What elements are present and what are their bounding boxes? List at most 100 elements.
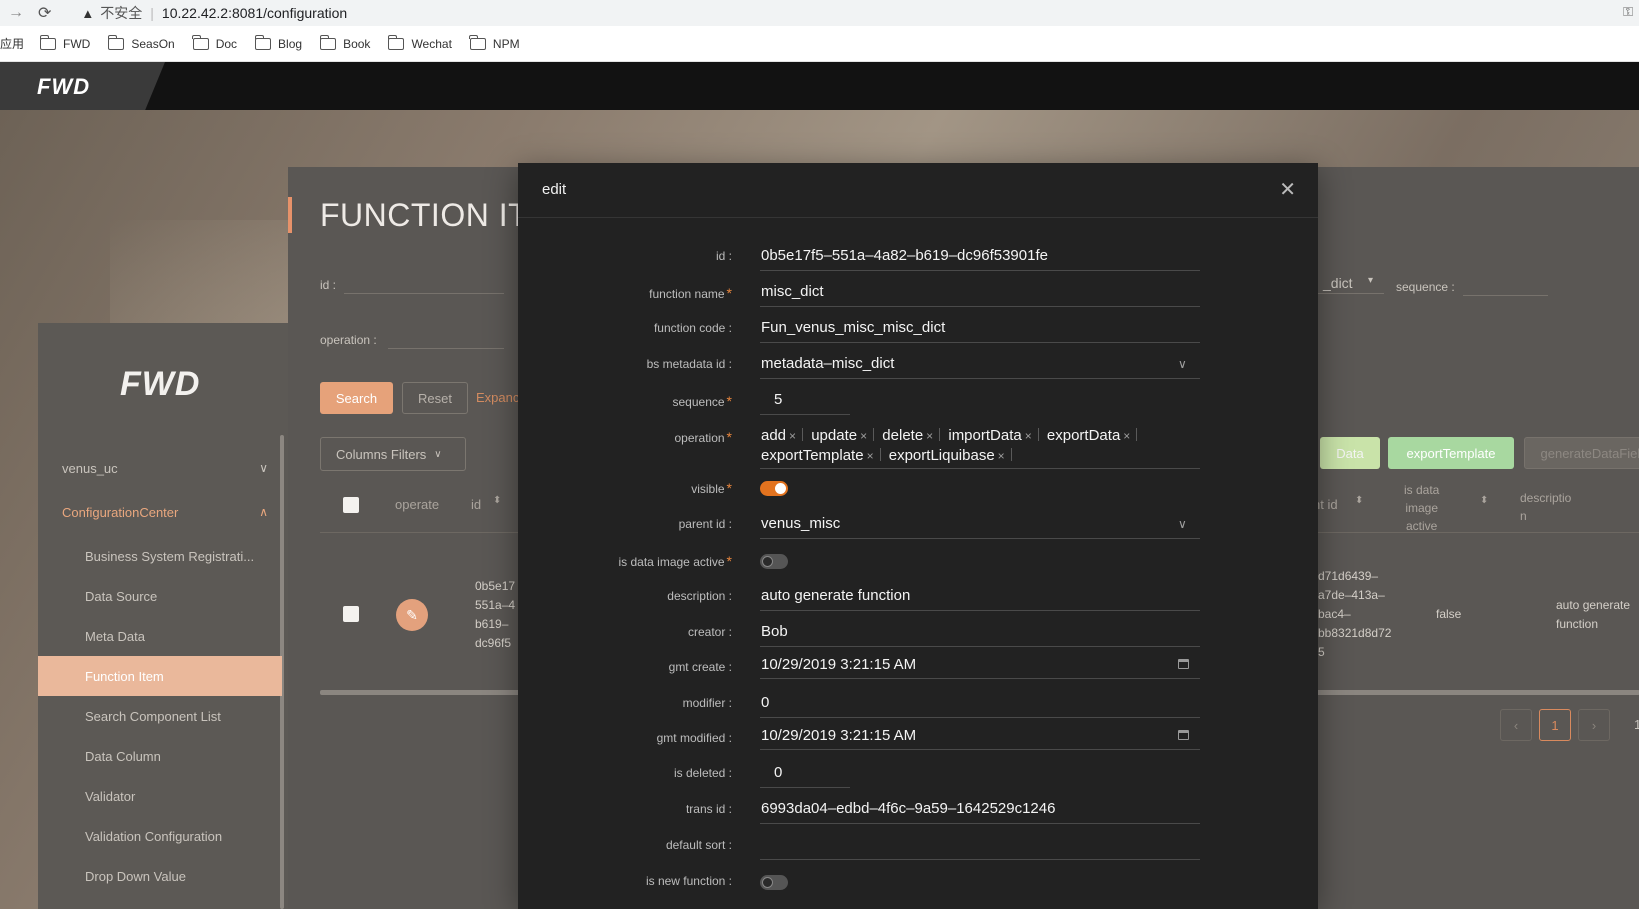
header-description[interactable]: descriptio n [1520, 489, 1571, 525]
bookmark-label: FWD [63, 36, 91, 51]
sidebar-item-label: Meta Data [85, 628, 145, 644]
parent-id-select[interactable]: venus_misc [761, 515, 840, 532]
function-name-input[interactable]: misc_dict [761, 283, 824, 300]
tag-separator [1136, 428, 1138, 441]
trans-id-input[interactable]: 6993da04–edbd–4f6c–9a59–1642529c1246 [761, 800, 1055, 817]
close-icon[interactable]: × [789, 429, 796, 443]
sidebar-item-validation-configuration[interactable]: Validation Configuration [38, 816, 282, 856]
input-underline [760, 414, 850, 415]
search-button[interactable]: Search [320, 382, 393, 414]
filter-operation-input[interactable] [388, 348, 504, 349]
filter-dict-value[interactable]: _dict [1323, 275, 1353, 291]
description-input[interactable]: auto generate function [761, 587, 910, 604]
is-new-function-toggle[interactable] [760, 875, 788, 890]
calendar-icon[interactable] [1178, 730, 1189, 740]
generate-data-field-button[interactable]: generateDataField [1524, 437, 1639, 469]
warning-icon: ▲ [81, 5, 95, 21]
cell-line: a7de–413a– [1318, 588, 1385, 602]
id-input[interactable]: 0b5e17f5–551a–4a82–b619–dc96f53901fe [761, 247, 1048, 264]
sidebar-item-data-source[interactable]: Data Source [38, 576, 282, 616]
modifier-input[interactable]: 0 [761, 694, 769, 711]
expand-link[interactable]: Expanc [476, 390, 519, 405]
bookmark-fwd[interactable]: FWD [39, 34, 91, 51]
bookmark-blog[interactable]: Blog [254, 34, 302, 51]
required-asterisk: * [726, 429, 732, 445]
bookmark-doc[interactable]: Doc [192, 34, 238, 51]
back-arrow-icon[interactable]: → [8, 4, 24, 22]
reset-button[interactable]: Reset [402, 382, 468, 414]
filter-sequence-input[interactable] [1463, 295, 1548, 296]
pagination-page-1[interactable]: 1 [1539, 709, 1571, 741]
sort-icon[interactable]: ⬍ [493, 495, 501, 506]
url-text[interactable]: 10.22.42.2:8081/configuration [162, 5, 347, 21]
is-data-image-active-toggle[interactable] [760, 554, 788, 569]
pagination-prev[interactable]: ‹ [1500, 709, 1532, 741]
sidebar-group-configuration-center[interactable]: ConfigurationCenter ∧ [38, 492, 282, 532]
sidebar-item-search-component-list[interactable]: Search Component List [38, 696, 282, 736]
pagination-extra[interactable]: 1 [1634, 717, 1639, 732]
field-label: is data image active * [618, 553, 732, 569]
close-icon[interactable]: × [860, 429, 867, 443]
cell-parent-id: d71d6439– a7de–413a– bac4– bb8321d8d72 5 [1318, 567, 1391, 662]
reload-icon[interactable]: ⟳ [38, 3, 51, 23]
input-underline [760, 342, 1200, 343]
bookmark-npm[interactable]: NPM [469, 34, 520, 51]
close-icon[interactable]: × [1025, 429, 1032, 443]
columns-filters-button[interactable]: Columns Filters ∨ [320, 437, 466, 471]
key-icon[interactable]: ⚿ [1623, 4, 1633, 20]
function-code-input[interactable]: Fun_venus_misc_misc_dict [761, 319, 945, 336]
edit-icon[interactable]: ✎ [396, 599, 428, 631]
sidebar-item-business-system-registration[interactable]: Business System Registrati... [38, 536, 282, 576]
tag-label: update [811, 427, 858, 444]
address-separator: | [150, 5, 154, 21]
sidebar-item-function-item[interactable]: Function Item [38, 656, 282, 696]
export-data-button[interactable]: Data [1320, 437, 1380, 469]
chevron-down-icon[interactable]: ∨ [1178, 517, 1187, 531]
creator-input[interactable]: Bob [761, 623, 788, 640]
export-template-button[interactable]: exportTemplate [1388, 437, 1514, 469]
select-all-checkbox[interactable] [343, 497, 359, 513]
row-checkbox[interactable] [343, 606, 359, 622]
bs-metadata-id-select[interactable]: metadata–misc_dict [761, 355, 894, 372]
close-icon[interactable]: × [998, 449, 1005, 463]
header-id[interactable]: id [471, 497, 481, 512]
sidebar-item-drop-down-value[interactable]: Drop Down Value [38, 856, 282, 896]
calendar-icon[interactable] [1178, 659, 1189, 669]
tag-separator [1010, 448, 1012, 461]
sort-icon[interactable]: ⬍ [1480, 495, 1488, 506]
modal-header: edit ✕ [518, 163, 1318, 218]
input-underline [760, 270, 1200, 271]
sidebar-item-data-column[interactable]: Data Column [38, 736, 282, 776]
is-deleted-input[interactable]: 0 [774, 764, 782, 781]
label-text: is data image active [618, 555, 725, 569]
visible-toggle[interactable] [760, 481, 788, 496]
filter-id-input[interactable] [344, 293, 504, 294]
close-icon[interactable]: × [1123, 429, 1130, 443]
operation-tag-select[interactable]: add × update × delete × importData × exportD… [761, 426, 1181, 466]
close-icon[interactable]: × [926, 429, 933, 443]
chevron-down-icon: ▾ [1368, 275, 1374, 286]
header-is-data-image-active[interactable]: is data image active [1404, 481, 1439, 535]
close-icon[interactable]: × [867, 449, 874, 463]
bookmark-season[interactable]: SeasOn [107, 34, 175, 51]
bookmark-wechat[interactable]: Wechat [387, 34, 452, 51]
sequence-input[interactable]: 5 [774, 391, 782, 408]
apps-shortcut[interactable]: 应用 [0, 35, 24, 52]
sidebar-item-meta-data[interactable]: Meta Data [38, 616, 282, 656]
toggle-knob [762, 877, 773, 888]
sidebar-item-label: Data Source [85, 588, 158, 604]
sidebar-group-venus-uc[interactable]: venus_uc ∨ [38, 448, 282, 488]
gmt-modified-datepicker[interactable]: 10/29/2019 3:21:15 AM [761, 727, 916, 744]
operation-tag: update × [811, 426, 875, 446]
gmt-create-datepicker[interactable]: 10/29/2019 3:21:15 AM [761, 656, 916, 673]
sort-icon[interactable]: ⬍ [1355, 495, 1363, 506]
header-logo[interactable]: FWD [37, 74, 90, 100]
pagination-next[interactable]: › [1578, 709, 1610, 741]
bookmark-book[interactable]: Book [319, 34, 370, 51]
chevron-down-icon[interactable]: ∨ [1178, 357, 1187, 371]
bookmarks-bar: 应用 FWD SeasOn Doc Blog Book Wechat NPM [0, 26, 1639, 62]
filter-sequence-label: sequence : [1396, 280, 1455, 294]
sidebar-item-validator[interactable]: Validator [38, 776, 282, 816]
close-icon[interactable]: ✕ [1279, 177, 1296, 202]
bookmark-label: Doc [215, 36, 238, 51]
